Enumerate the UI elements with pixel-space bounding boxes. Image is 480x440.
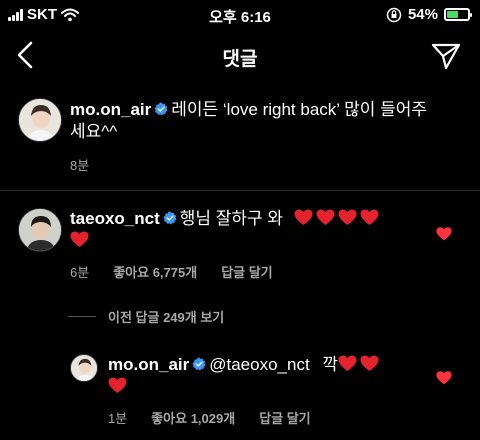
battery-percent: 54% bbox=[407, 6, 438, 23]
verified-icon bbox=[154, 102, 168, 116]
avatar[interactable] bbox=[18, 98, 62, 142]
caption-line1: 레이든 ‘love right back’ 많이 들어주 bbox=[171, 100, 428, 119]
reply-mention[interactable]: @taeoxo_nct bbox=[209, 355, 309, 374]
heart-emoji-icon bbox=[360, 355, 379, 372]
comment-username[interactable]: taeoxo_nct bbox=[70, 209, 160, 228]
caption-line2: 세요^^ bbox=[70, 122, 118, 141]
reply-reply-button[interactable]: 답글 달기 bbox=[259, 408, 310, 427]
comment-time: 6분 bbox=[70, 265, 90, 280]
caption-body: mo.on_air 레이든 ‘love right back’ 많이 들어주 세요… bbox=[70, 99, 450, 174]
caption-text: mo.on_air 레이든 ‘love right back’ 많이 들어주 세요… bbox=[70, 99, 450, 143]
avatar[interactable] bbox=[18, 208, 62, 252]
comment-meta: 6분 좋아요 6,775개 답글 달기 bbox=[70, 262, 430, 281]
like-heart-icon[interactable] bbox=[436, 370, 452, 386]
reply-username[interactable]: mo.on_air bbox=[108, 355, 189, 374]
reply-body: mo.on_air @taeoxo_nct 깍 1분 좋아요 1,029개 답글 … bbox=[108, 354, 428, 427]
heart-emoji-icon bbox=[360, 209, 379, 226]
nav-bar: 댓글 bbox=[0, 30, 480, 80]
status-right: 54% bbox=[386, 6, 472, 23]
caption-time: 8분 bbox=[70, 158, 90, 173]
avatar[interactable] bbox=[70, 354, 98, 382]
orientation-lock-icon bbox=[386, 7, 402, 22]
comment-message: 행님 잘하구 와 bbox=[179, 209, 284, 228]
heart-emoji-icon bbox=[108, 377, 127, 394]
reply-message: 깍 bbox=[322, 355, 339, 374]
verified-icon bbox=[192, 357, 206, 371]
reply-meta: 1분 좋아요 1,029개 답글 달기 bbox=[108, 408, 428, 427]
caption-username[interactable]: mo.on_air bbox=[70, 100, 151, 119]
battery-icon bbox=[444, 8, 472, 21]
comment-likes[interactable]: 좋아요 6,775개 bbox=[113, 262, 197, 281]
heart-emoji-icon bbox=[316, 209, 335, 226]
divider bbox=[0, 190, 480, 191]
caption-meta: 8분 bbox=[70, 155, 450, 174]
view-replies-label: 이전 답글 249개 보기 bbox=[108, 310, 225, 325]
heart-emoji-icon bbox=[338, 355, 357, 372]
comment-text: taeoxo_nct 행님 잘하구 와 bbox=[70, 208, 430, 252]
status-bar: SKT 오후 6:16 54% bbox=[0, 0, 480, 30]
comment-body: taeoxo_nct 행님 잘하구 와 6분 좋아요 6,775개 답글 달기 bbox=[70, 208, 430, 281]
view-replies-button[interactable]: 이전 답글 249개 보기 bbox=[68, 307, 224, 326]
reply-text: mo.on_air @taeoxo_nct 깍 bbox=[108, 354, 428, 398]
send-icon[interactable] bbox=[430, 40, 462, 72]
like-heart-icon[interactable] bbox=[436, 226, 452, 242]
page-title: 댓글 bbox=[222, 49, 258, 70]
verified-icon bbox=[163, 211, 177, 225]
heart-emoji-icon bbox=[70, 231, 89, 248]
reply-time: 1분 bbox=[108, 411, 128, 426]
heart-emoji-icon bbox=[338, 209, 357, 226]
heart-emoji-icon bbox=[294, 209, 313, 226]
comment-reply-button[interactable]: 답글 달기 bbox=[221, 262, 272, 281]
reply-likes[interactable]: 좋아요 1,029개 bbox=[151, 408, 235, 427]
view-replies-line bbox=[68, 316, 96, 317]
